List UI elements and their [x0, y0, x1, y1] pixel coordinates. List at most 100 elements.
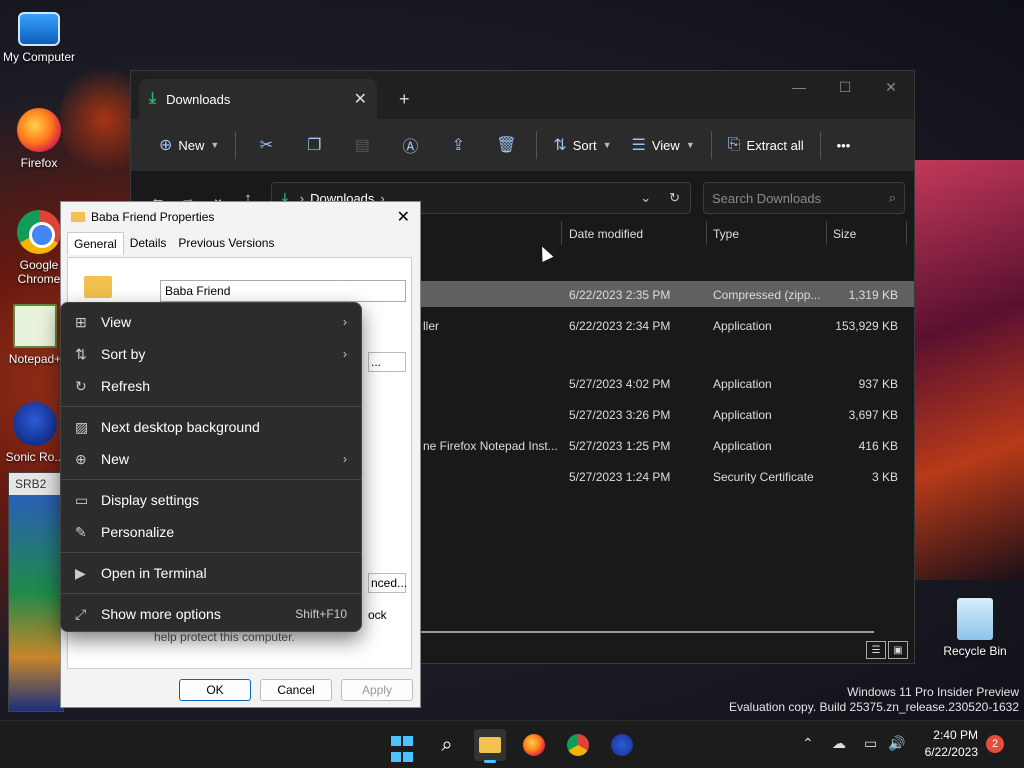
- view-label: View: [651, 137, 680, 153]
- os-watermark: Windows 11 Pro Insider Preview Evaluatio…: [729, 685, 1019, 715]
- system-clock[interactable]: 2:40 PM 6/22/2023: [925, 727, 978, 761]
- file-size: 3 KB: [871, 470, 898, 484]
- menu-separator: [61, 552, 361, 553]
- taskbar-sonic[interactable]: [606, 729, 638, 761]
- clock-date: 6/22/2023: [924, 745, 978, 759]
- copy-button[interactable]: ❐: [290, 135, 338, 155]
- file-type: Application: [713, 439, 772, 453]
- taskbar: ⌕ ⌃ ☁ ▭ 🔊 2:40 PM 6/22/2023 2: [0, 720, 1024, 768]
- file-name: ller: [423, 319, 440, 333]
- advanced-button[interactable]: nced...: [368, 573, 407, 593]
- computer-icon: [18, 12, 60, 46]
- search-icon[interactable]: ⌕: [431, 729, 463, 761]
- change-button[interactable]: ...: [368, 352, 406, 372]
- chevron-down-icon: ▼: [602, 140, 612, 150]
- tiles-view-icon[interactable]: ▣: [888, 641, 908, 659]
- search-input[interactable]: Search Downloads ⌕: [703, 182, 905, 214]
- column-divider: [906, 221, 907, 245]
- menu-item-personalize[interactable]: ✎ Personalize: [61, 516, 361, 548]
- cut-button[interactable]: ✂: [242, 135, 290, 155]
- details-view-icon[interactable]: ☰: [866, 641, 886, 659]
- srb2-game-window[interactable]: SRB2: [8, 472, 64, 712]
- file-size: 937 KB: [858, 377, 898, 391]
- extract-icon: ⎘: [727, 136, 741, 153]
- menu-item-next-background[interactable]: ▨ Next desktop background: [61, 411, 361, 443]
- close-tab-icon[interactable]: ✕: [354, 89, 367, 109]
- file-date: 5/27/2023 1:25 PM: [569, 439, 671, 453]
- maximize-button[interactable]: ☐: [822, 71, 868, 103]
- sort-label: Sort: [572, 137, 597, 153]
- ok-button[interactable]: OK: [179, 679, 251, 701]
- desktop-icon-firefox[interactable]: Firefox: [0, 108, 78, 170]
- menu-item-open-terminal[interactable]: ▶ Open in Terminal: [61, 557, 361, 589]
- scissors-icon: ✂: [259, 137, 274, 154]
- menu-item-refresh[interactable]: ↻ Refresh: [61, 370, 361, 402]
- recycle-bin-icon: [957, 598, 993, 640]
- tab-previous-versions[interactable]: Previous Versions: [172, 232, 280, 255]
- menu-item-view[interactable]: ⊞ View ›: [61, 306, 361, 338]
- paste-button[interactable]: ▤: [338, 135, 386, 155]
- apply-button[interactable]: Apply: [341, 679, 413, 701]
- minimize-button[interactable]: —: [776, 71, 822, 103]
- rename-button[interactable]: Ⓐ: [386, 133, 434, 157]
- show-hidden-icons-chevron-icon[interactable]: ⌃: [802, 735, 814, 752]
- sort-icon: ⇅: [75, 345, 87, 362]
- download-icon: ⤓: [149, 90, 157, 107]
- explorer-tab[interactable]: ⤓ Downloads ✕: [139, 79, 377, 119]
- refresh-icon[interactable]: ↻: [669, 190, 680, 206]
- sonic-icon: [13, 402, 57, 446]
- taskbar-firefox[interactable]: [518, 729, 550, 761]
- desktop-icon-my-computer[interactable]: My Computer: [0, 12, 78, 64]
- chevron-right-icon: ›: [343, 315, 347, 329]
- menu-item-new[interactable]: ⊕ New ›: [61, 443, 361, 475]
- tab-general[interactable]: General: [67, 232, 124, 255]
- column-date-modified[interactable]: Date modified: [569, 227, 643, 241]
- tab-title: Downloads: [166, 91, 231, 107]
- menu-item-display-settings[interactable]: ▭ Display settings: [61, 484, 361, 516]
- trash-icon: 🗑: [496, 137, 517, 154]
- file-size: 416 KB: [858, 439, 898, 453]
- menu-item-label: Open in Terminal: [101, 565, 207, 581]
- cloud-offline-icon[interactable]: ☁: [832, 735, 846, 752]
- share-button[interactable]: ⇪: [434, 135, 482, 155]
- sort-button[interactable]: ⇅ Sort ▼: [543, 129, 621, 161]
- close-icon[interactable]: ✕: [397, 207, 410, 227]
- more-options-button[interactable]: •••: [827, 129, 861, 161]
- name-field[interactable]: Baba Friend: [160, 280, 406, 302]
- desktop-context-menu: ⊞ View › ⇅ Sort by › ↻ Refresh ▨ Next de…: [60, 302, 362, 632]
- column-size[interactable]: Size: [833, 227, 856, 241]
- file-size: 153,929 KB: [835, 319, 898, 333]
- network-icon[interactable]: ▭: [864, 735, 877, 752]
- file-size: 1,319 KB: [848, 288, 898, 302]
- desktop-icon-recycle-bin[interactable]: Recycle Bin: [936, 598, 1014, 658]
- notification-badge[interactable]: 2: [986, 735, 1004, 753]
- tab-details[interactable]: Details: [124, 232, 173, 255]
- chevron-down-icon: ▼: [685, 140, 695, 150]
- new-label: New: [178, 137, 205, 153]
- close-window-button[interactable]: ✕: [868, 71, 914, 103]
- zip-folder-icon: [84, 276, 112, 298]
- chevron-down-icon: ▼: [210, 140, 220, 150]
- delete-button[interactable]: 🗑: [482, 135, 530, 155]
- unblock-label[interactable]: ock: [368, 608, 387, 622]
- extract-all-button[interactable]: ⎘ Extract all: [718, 129, 814, 161]
- new-tab-button[interactable]: +: [399, 89, 410, 110]
- file-size: 3,697 KB: [848, 408, 898, 422]
- volume-icon[interactable]: 🔊: [888, 735, 905, 752]
- menu-item-sort-by[interactable]: ⇅ Sort by ›: [61, 338, 361, 370]
- address-dropdown-icon[interactable]: ⌄: [640, 190, 651, 206]
- taskbar-file-explorer[interactable]: [474, 729, 506, 763]
- taskbar-chrome[interactable]: [562, 729, 594, 761]
- file-type: Application: [713, 377, 772, 391]
- column-type[interactable]: Type: [713, 227, 739, 241]
- cancel-button[interactable]: Cancel: [260, 679, 332, 701]
- wallpaper-accent-right: [904, 160, 1024, 580]
- new-button[interactable]: ⊕ New ▼: [149, 129, 229, 161]
- view-button[interactable]: ☰ View ▼: [622, 129, 705, 161]
- column-divider: [826, 221, 827, 245]
- srb2-game-art: [9, 495, 63, 711]
- horizontal-scrollbar[interactable]: [421, 631, 874, 633]
- menu-item-show-more-options[interactable]: ⤢ Show more options Shift+F10: [61, 598, 361, 630]
- refresh-icon: ↻: [75, 377, 87, 394]
- start-button[interactable]: [390, 733, 414, 765]
